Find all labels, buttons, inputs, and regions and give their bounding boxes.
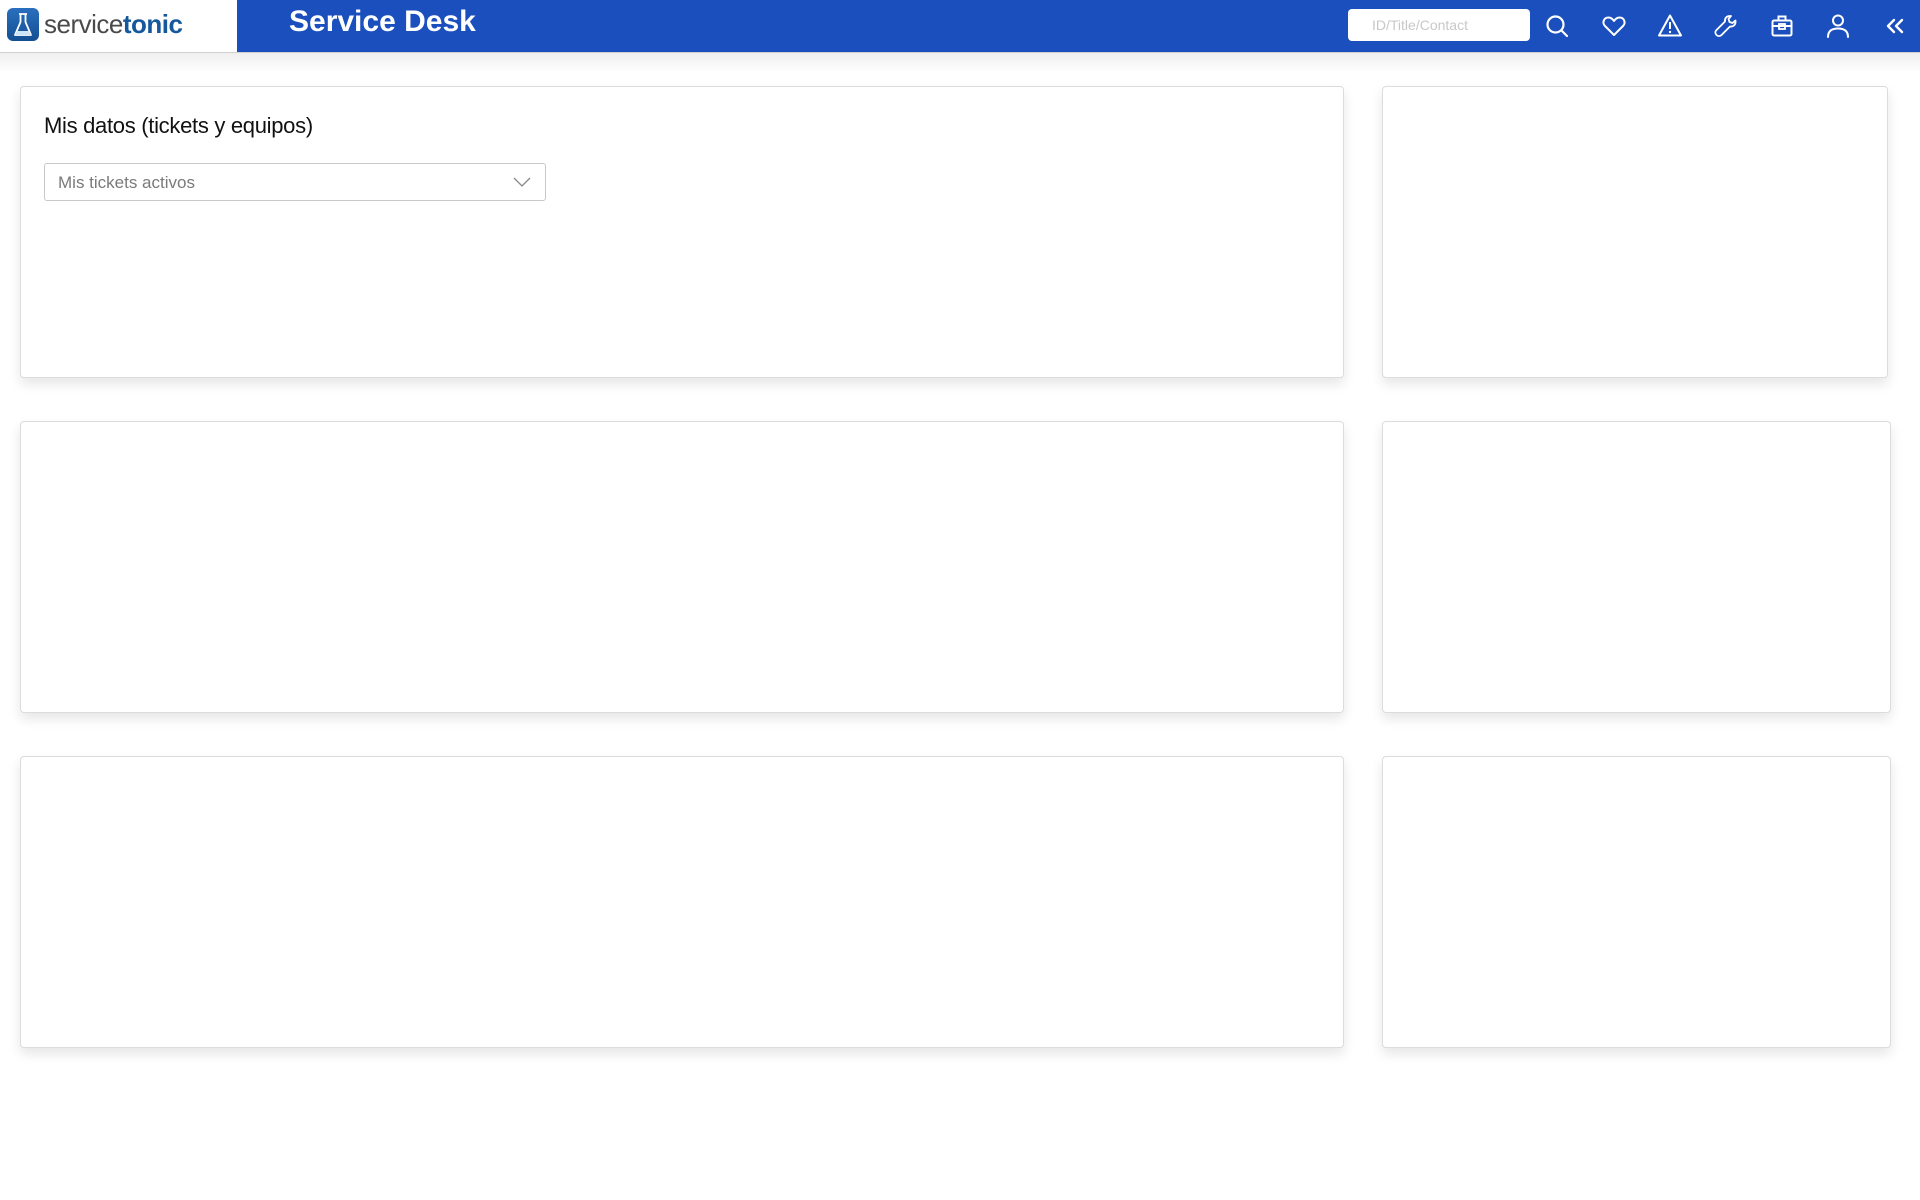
widget-middle-left: [20, 421, 1344, 713]
chevron-down-icon: [513, 177, 531, 187]
flask-icon: [7, 8, 39, 41]
logo[interactable]: servicetonic: [0, 0, 237, 52]
wrench-icon: [1714, 15, 1737, 38]
widget-middle-right: [1382, 421, 1891, 713]
widget-title: Mis datos (tickets y equipos): [44, 113, 313, 138]
ticket-filter-dropdown[interactable]: Mis tickets activos: [44, 163, 546, 201]
tools-button[interactable]: [1712, 12, 1740, 40]
heart-icon: [1602, 16, 1626, 36]
dropdown-selected-value: Mis tickets activos: [58, 173, 195, 192]
favorites-button[interactable]: [1600, 12, 1628, 40]
search-input[interactable]: [1348, 9, 1530, 41]
search-icon: [1546, 15, 1569, 38]
widget-bottom-left: [20, 756, 1344, 1048]
user-icon: [1827, 14, 1849, 38]
warning-icon: [1658, 14, 1682, 37]
alerts-button[interactable]: [1656, 12, 1684, 40]
collapse-button[interactable]: [1881, 12, 1909, 40]
logo-text-service: service: [44, 9, 123, 39]
inventory-button[interactable]: [1768, 12, 1796, 40]
logo-text-tonic: tonic: [122, 9, 183, 39]
widget-bottom-right: [1382, 756, 1891, 1048]
user-button[interactable]: [1824, 12, 1852, 40]
briefcase-icon: [1771, 15, 1793, 37]
widget-my-data: Mis datos (tickets y equipos) Mis ticket…: [20, 86, 1344, 378]
double-chevron-left-icon: [1886, 18, 1904, 34]
app-title: Service Desk: [289, 5, 476, 38]
logo-text: servicetonic: [44, 9, 183, 39]
search-button[interactable]: [1543, 12, 1571, 40]
widget-top-right: [1382, 86, 1888, 378]
header-shadow: [0, 53, 1920, 73]
top-bar: servicetonic Service Desk: [0, 0, 1920, 53]
